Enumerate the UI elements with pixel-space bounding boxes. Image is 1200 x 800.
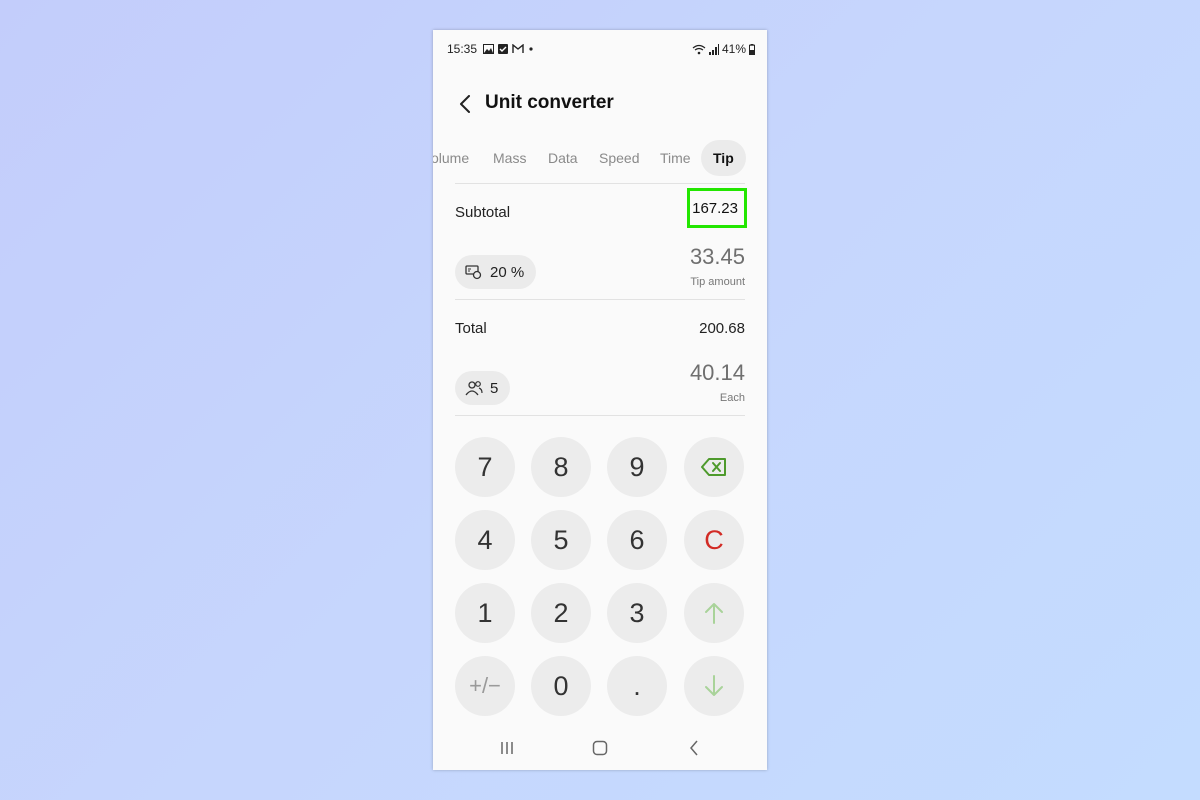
subtotal-input[interactable]: 167.23 [687,188,747,228]
tab-time[interactable]: Time [660,140,691,176]
battery-level: 41% [721,42,746,56]
tab-volume[interactable]: olume [433,140,469,176]
home-button[interactable] [588,738,612,758]
tip-percent: 20 % [490,263,525,281]
divider [455,299,745,300]
total-value: 200.68 [699,320,745,337]
subtotal-label: Subtotal [455,204,511,221]
clear-button[interactable]: C [684,510,744,570]
key-2[interactable]: 2 [531,583,591,643]
people-count: 5 [490,379,499,397]
key-5[interactable]: 5 [531,510,591,570]
gallery-icon [483,44,494,54]
key-0[interactable]: 0 [531,656,591,716]
phone-screen: 15:35 41% Unit converter olume Mass Data… [433,30,767,770]
tip-amount-caption: Tip amount [690,276,745,288]
nav-back-icon [690,740,698,756]
divider [455,415,745,416]
key-1[interactable]: 1 [455,583,515,643]
status-time: 15:35 [447,42,478,56]
key-7[interactable]: 7 [455,437,515,497]
app-header: Unit converter [433,86,767,122]
plus-minus-button[interactable]: +/− [455,656,515,716]
checkbox-icon [498,44,508,54]
tip-icon [465,265,482,280]
arrow-down-icon [705,675,723,696]
status-bar: 15:35 41% [433,30,767,66]
total-label: Total [455,320,487,337]
tab-data[interactable]: Data [548,140,578,176]
recent-apps-icon [501,742,513,754]
key-6[interactable]: 6 [607,510,667,570]
battery-icon [749,43,755,55]
divider [455,183,745,184]
tab-mass[interactable]: Mass [493,140,526,176]
key-4[interactable]: 4 [455,510,515,570]
move-down-button[interactable] [684,656,744,716]
page-title: Unit converter [485,92,614,113]
wifi-icon [692,44,706,54]
tip-amount-value: 33.45 [689,244,745,269]
key-8[interactable]: 8 [531,437,591,497]
move-up-button[interactable] [684,583,744,643]
recent-apps-button[interactable] [495,738,519,758]
system-status-icons: 41% [692,42,755,56]
navigation-bar [433,730,767,766]
signal-icon [708,43,719,55]
back-arrow-icon [460,95,470,113]
each-caption: Each [719,392,745,404]
tab-speed[interactable]: Speed [599,140,639,176]
people-count-button[interactable]: 5 [455,371,511,405]
tab-tip[interactable]: Tip [701,140,746,176]
gmail-icon [512,44,524,53]
backspace-icon [701,458,726,476]
each-value: 40.14 [689,360,745,385]
dot-icon [529,47,533,51]
category-tabs: olume Mass Data Speed Time Tip [433,140,767,176]
people-icon [465,381,483,396]
decimal-point-button[interactable]: . [607,656,667,716]
tip-percent-button[interactable]: 20 % [455,255,537,289]
home-icon [592,740,608,756]
arrow-up-icon [705,603,723,624]
notification-icons [483,42,534,56]
key-9[interactable]: 9 [607,437,667,497]
key-3[interactable]: 3 [607,583,667,643]
back-button[interactable] [453,90,477,118]
nav-back-button[interactable] [682,738,706,758]
backspace-button[interactable] [684,437,744,497]
